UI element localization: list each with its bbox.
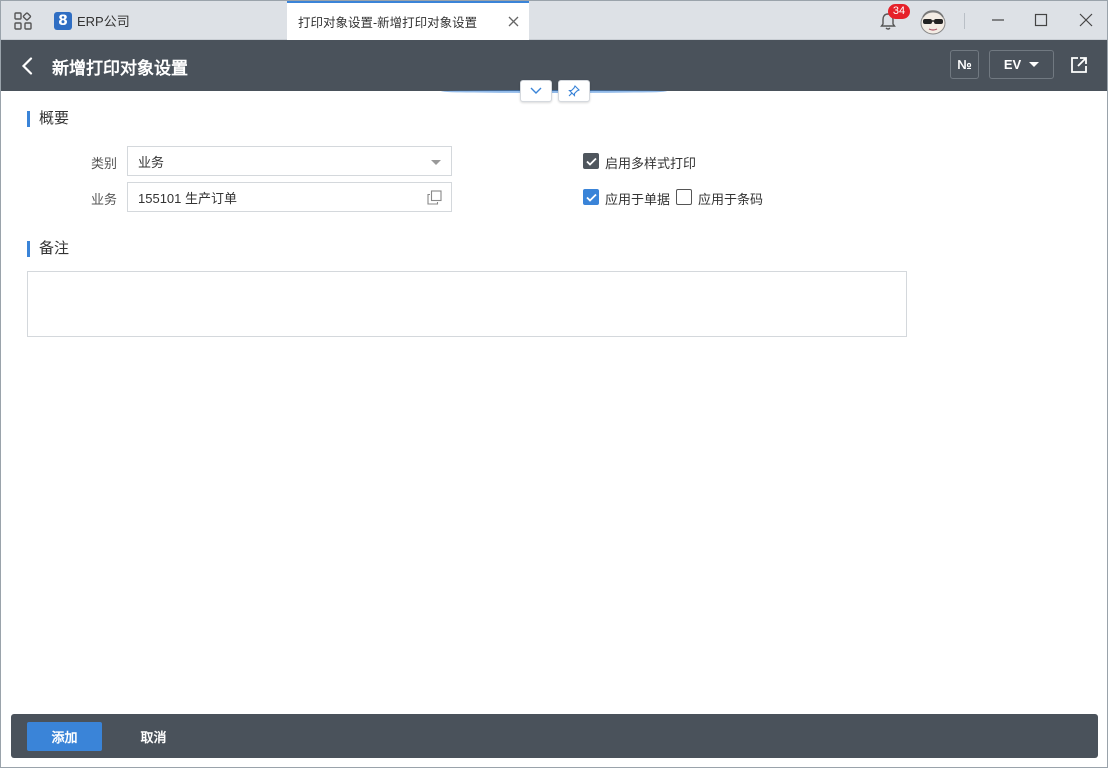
chevron-down-icon [431,160,441,165]
category-label: 类别 [91,156,118,171]
brand[interactable]: 8 ERP公司 [54,11,130,30]
apply-to-barcode-label: 应用于条码 [698,192,764,207]
collapse-button[interactable] [520,80,552,102]
avatar[interactable] [918,8,948,36]
cancel-button[interactable]: 取消 [116,722,191,751]
title-bar: 8 ERP公司 打印对象设置-新增打印对象设置 34 [1,1,1107,40]
brand-logo: 8 [54,11,72,30]
add-button[interactable]: 添加 [27,722,102,751]
page-header: 新增打印对象设置 № EV [1,40,1107,91]
notification-badge: 34 [888,4,910,19]
window-close-icon[interactable] [1079,13,1093,27]
apply-to-document-label: 应用于单据 [605,192,671,207]
section-title-overview: 概要 [27,111,69,127]
header-accent-line [441,90,667,93]
back-arrow-icon[interactable] [21,57,33,75]
remark-textarea[interactable] [27,271,907,337]
pin-icon [568,85,580,97]
maximize-icon[interactable] [1034,13,1048,27]
footer-bar: 添加 取消 [11,714,1098,758]
business-lookup-field[interactable]: 155101 生产订单 [127,182,452,212]
ev-button-label: EV [1003,57,1022,72]
multi-style-print-checkbox[interactable] [583,153,599,169]
caret-down-icon [1029,62,1040,67]
tab-print-object-settings[interactable]: 打印对象设置-新增打印对象设置 [287,1,529,40]
number-button[interactable]: № [950,50,979,79]
tab-label: 打印对象设置-新增打印对象设置 [298,16,478,30]
share-icon[interactable] [1070,56,1088,74]
multi-style-print-label: 启用多样式打印 [605,156,697,171]
business-value: 155101 生产订单 [138,190,237,206]
page-title: 新增打印对象设置 [52,59,188,78]
brand-name: ERP公司 [77,14,130,29]
category-select[interactable]: 业务 [127,146,452,176]
number-button-label: № [957,57,972,72]
apply-to-document-checkbox[interactable] [583,189,599,205]
apply-to-barcode-checkbox[interactable] [676,189,692,205]
pin-button[interactable] [558,80,590,102]
chevron-down-icon [530,87,542,94]
section-title-remark: 备注 [27,241,69,257]
divider [964,13,965,29]
close-icon[interactable] [508,16,519,27]
category-value: 业务 [138,154,165,170]
check-icon [585,193,597,202]
check-icon [585,157,597,166]
lookup-icon[interactable] [427,190,442,205]
business-label: 业务 [91,192,118,207]
apps-grid-icon[interactable] [14,12,32,30]
ev-dropdown-button[interactable]: EV [989,50,1054,79]
minimize-icon[interactable] [991,13,1005,27]
